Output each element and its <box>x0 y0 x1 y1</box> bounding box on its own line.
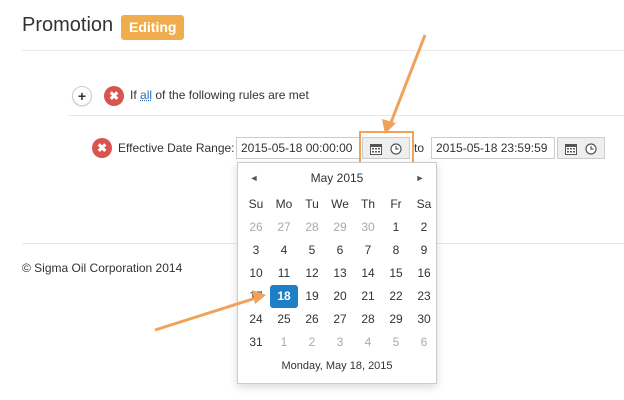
day-cell[interactable]: 20 <box>326 285 354 308</box>
day-cell[interactable]: 21 <box>354 285 382 308</box>
day-cell[interactable]: 28 <box>354 308 382 331</box>
prev-month-button[interactable]: ◄ <box>244 169 264 187</box>
day-cell[interactable]: 19 <box>298 285 326 308</box>
month-label[interactable]: May 2015 <box>238 169 436 187</box>
calendar-grid: Su Mo Tu We Th Fr Sa 26 27 28 29 30 1 2 3 4 5 6 7 8 9 10 11 12 1… <box>242 193 438 354</box>
day-cell[interactable]: 28 <box>298 216 326 239</box>
day-cell[interactable]: 3 <box>326 331 354 354</box>
day-cell[interactable]: 31 <box>242 331 270 354</box>
end-date-input[interactable]: 2015-05-18 23:59:59 <box>431 137 555 159</box>
annotation-arrow-top <box>388 34 427 126</box>
rule-suffix: of the following rules are met <box>155 88 309 102</box>
day-cell[interactable]: 10 <box>242 262 270 285</box>
day-cell[interactable]: 3 <box>242 239 270 262</box>
day-cell[interactable]: 29 <box>382 308 410 331</box>
clock-icon[interactable] <box>585 142 597 155</box>
end-date-addon <box>557 137 605 159</box>
day-cell[interactable]: 6 <box>410 331 438 354</box>
day-cell[interactable]: 17 <box>242 285 270 308</box>
datepicker-popup: May 2015 ◄ ► Su Mo Tu We Th Fr Sa 26 27 28 29 30 1 2 3… <box>237 162 437 384</box>
delete-date-rule-button[interactable]: ✖ <box>92 138 112 158</box>
footer-copyright: © Sigma Oil Corporation 2014 <box>22 261 183 275</box>
weekday-header: Tu <box>305 197 319 211</box>
day-cell[interactable]: 9 <box>410 239 438 262</box>
day-cell[interactable]: 13 <box>326 262 354 285</box>
annotation-highlight-box <box>359 131 414 164</box>
day-cell[interactable]: 12 <box>298 262 326 285</box>
day-cell[interactable]: 30 <box>354 216 382 239</box>
weekday-header: Sa <box>416 197 432 211</box>
page-title: Promotion <box>22 14 114 36</box>
day-cell[interactable]: 6 <box>326 239 354 262</box>
day-cell[interactable]: 27 <box>270 216 298 239</box>
day-cell[interactable]: 7 <box>354 239 382 262</box>
selected-day-cell[interactable]: 18 <box>270 285 298 308</box>
delete-rule-group-button[interactable]: ✖ <box>104 86 124 106</box>
day-cell[interactable]: 26 <box>298 308 326 331</box>
day-cell[interactable]: 2 <box>410 216 438 239</box>
day-cell[interactable]: 26 <box>242 216 270 239</box>
day-cell[interactable]: 29 <box>326 216 354 239</box>
weekday-header: Su <box>248 197 264 211</box>
day-cell[interactable]: 27 <box>326 308 354 331</box>
calendar-icon[interactable] <box>565 142 577 155</box>
day-cell[interactable]: 24 <box>242 308 270 331</box>
day-cell[interactable]: 22 <box>382 285 410 308</box>
day-cell[interactable]: 5 <box>382 331 410 354</box>
weekday-header: We <box>331 197 349 211</box>
rules-divider <box>68 115 624 116</box>
day-cell[interactable]: 1 <box>270 331 298 354</box>
day-cell[interactable]: 14 <box>354 262 382 285</box>
rule-quantifier-link[interactable]: all <box>140 88 152 102</box>
date-range-label: Effective Date Range: <box>118 141 235 155</box>
status-badge: Editing <box>121 15 185 40</box>
day-cell[interactable]: 4 <box>270 239 298 262</box>
day-cell[interactable]: 5 <box>298 239 326 262</box>
day-cell[interactable]: 16 <box>410 262 438 285</box>
weekday-header: Mo <box>275 197 293 211</box>
day-cell[interactable]: 4 <box>354 331 382 354</box>
weekday-header: Th <box>360 197 375 211</box>
day-cell[interactable]: 2 <box>298 331 326 354</box>
rule-condition-text: If all of the following rules are met <box>130 88 309 102</box>
datepicker-header: May 2015 ◄ ► <box>238 169 436 187</box>
day-cell[interactable]: 30 <box>410 308 438 331</box>
day-cell[interactable]: 11 <box>270 262 298 285</box>
range-connector: to <box>414 141 425 155</box>
start-date-input[interactable]: 2015-05-18 00:00:00 <box>236 137 360 159</box>
day-cell[interactable]: 8 <box>382 239 410 262</box>
day-cell[interactable]: 1 <box>382 216 410 239</box>
day-cell[interactable]: 15 <box>382 262 410 285</box>
rule-prefix: If <box>130 88 137 102</box>
weekday-header: Fr <box>390 197 402 211</box>
day-cell[interactable]: 25 <box>270 308 298 331</box>
day-cell[interactable]: 23 <box>410 285 438 308</box>
selected-date-footer[interactable]: Monday, May 18, 2015 <box>238 360 436 372</box>
add-rule-button[interactable]: + <box>72 86 92 106</box>
header-divider <box>22 50 624 51</box>
next-month-button[interactable]: ► <box>410 169 430 187</box>
